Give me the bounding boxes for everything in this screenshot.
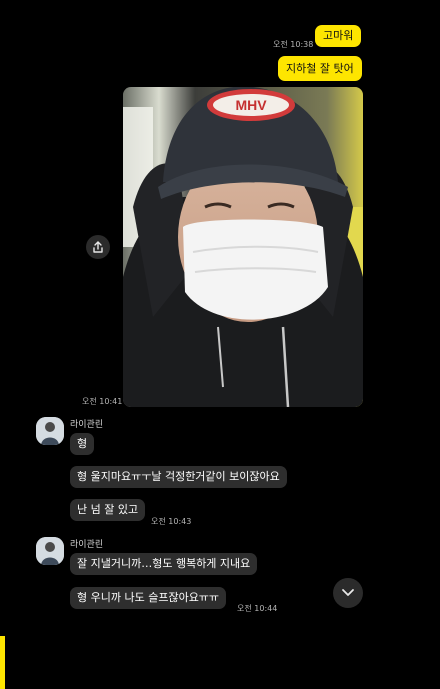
chat-screen: 오전 10:38 고마워 지하철 잘 탓어 MHV 오전 10:41 라이관린 … [0,0,440,689]
received-message-bubble[interactable]: 잘 지낼거니까…형도 행복하게 지내요 [70,553,258,575]
selfie-photo: MHV [123,87,363,407]
received-message-bubble[interactable]: 형 [70,433,95,455]
message-time: 오전 10:44 [237,604,278,613]
sender-name: 라이관린 [70,420,104,430]
share-icon [93,241,103,253]
sender-name: 라이관린 [70,540,104,550]
received-message-bubble[interactable]: 형 우니까 나도 슬프잖아요ㅠㅠ [70,587,227,609]
received-message-bubble[interactable]: 형 울지마요ㅠㅜ날 걱정한거같이 보이잖아요 [70,466,287,488]
message-time: 오전 10:41 [82,397,123,406]
scroll-to-bottom-button[interactable] [333,578,363,608]
message-time: 오전 10:43 [151,517,192,526]
message-time: 오전 10:38 [273,40,314,49]
received-message-bubble[interactable]: 난 넘 잘 있고 [70,499,146,521]
svg-text:MHV: MHV [235,97,267,113]
accent-bar [0,636,5,689]
my-message-bubble[interactable]: 고마워 [315,25,362,47]
chevron-down-icon [342,589,354,596]
photo-message[interactable]: MHV [123,87,363,407]
avatar[interactable] [36,537,64,565]
share-button[interactable] [86,235,110,259]
avatar[interactable] [36,417,64,445]
my-message-bubble[interactable]: 지하철 잘 탓어 [278,56,362,81]
